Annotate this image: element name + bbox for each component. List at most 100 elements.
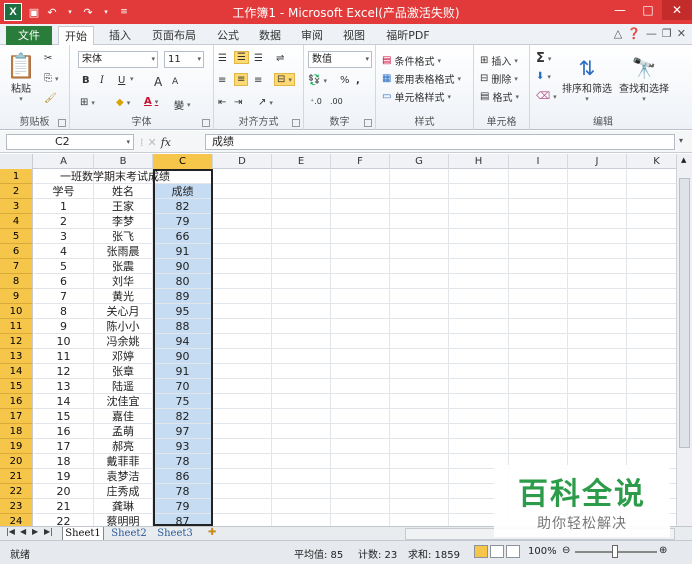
clipboard-launcher-icon[interactable]: [58, 119, 66, 127]
grid-cell[interactable]: [627, 274, 680, 289]
grid-cell[interactable]: [213, 364, 272, 379]
grid-cell[interactable]: [627, 424, 680, 439]
grid-cell[interactable]: [213, 334, 272, 349]
grid-cell[interactable]: [272, 199, 331, 214]
grid-cell[interactable]: [390, 184, 449, 199]
data-cell[interactable]: 关心月: [94, 304, 153, 319]
grid-cell[interactable]: [568, 199, 627, 214]
grid-cell[interactable]: [390, 289, 449, 304]
alignment-launcher-icon[interactable]: [292, 119, 300, 127]
tab-home[interactable]: 开始: [58, 26, 94, 46]
grid-cell[interactable]: [568, 334, 627, 349]
grid-cell[interactable]: [272, 409, 331, 424]
grid-cell[interactable]: [390, 274, 449, 289]
tab-page-layout[interactable]: 页面布局: [146, 26, 202, 45]
grid-cell[interactable]: [331, 454, 390, 469]
data-cell[interactable]: 91: [153, 364, 213, 379]
data-cell[interactable]: 张章: [94, 364, 153, 379]
data-cell[interactable]: 89: [153, 289, 213, 304]
grid-cell[interactable]: [449, 259, 509, 274]
grid-cell[interactable]: [568, 439, 627, 454]
data-cell[interactable]: 袁梦洁: [94, 469, 153, 484]
data-cell[interactable]: 沈佳宜: [94, 394, 153, 409]
grid-cell[interactable]: [331, 274, 390, 289]
zoom-out-icon[interactable]: ⊖: [562, 545, 570, 556]
grid-cell[interactable]: [390, 514, 449, 526]
grid-cell[interactable]: [213, 319, 272, 334]
data-cell[interactable]: 79: [153, 214, 213, 229]
sheet-tab-sheet3[interactable]: Sheet3: [154, 527, 196, 541]
page-break-view-button[interactable]: [506, 545, 520, 558]
row-header[interactable]: 5: [0, 229, 33, 244]
data-cell[interactable]: 82: [153, 199, 213, 214]
grid-cell[interactable]: [627, 169, 680, 184]
grid-cell[interactable]: [272, 424, 331, 439]
tab-review[interactable]: 审阅: [294, 26, 330, 45]
data-cell[interactable]: 11: [34, 349, 94, 364]
grid-cell[interactable]: [627, 439, 680, 454]
data-cell[interactable]: 86: [153, 469, 213, 484]
conditional-format-button[interactable]: ▤ 条件格式 ▾: [382, 53, 441, 68]
minimize-button[interactable]: —: [606, 0, 634, 20]
page-layout-view-button[interactable]: [490, 545, 504, 558]
grid-cell[interactable]: [272, 379, 331, 394]
merge-center-icon[interactable]: ⊟ ▾: [274, 73, 295, 86]
grid-cell[interactable]: [627, 199, 680, 214]
column-header-g[interactable]: G: [390, 154, 449, 169]
sheet-tab-sheet2[interactable]: Sheet2: [108, 527, 150, 541]
italic-button[interactable]: I: [100, 75, 104, 86]
column-header-c[interactable]: C: [153, 154, 213, 169]
grid-cell[interactable]: [627, 214, 680, 229]
data-cell[interactable]: 87: [153, 514, 213, 526]
tab-formulas[interactable]: 公式: [210, 26, 246, 45]
grid-cell[interactable]: [568, 424, 627, 439]
row-header[interactable]: 15: [0, 379, 33, 394]
grid-cell[interactable]: [568, 364, 627, 379]
row-header[interactable]: 3: [0, 199, 33, 214]
grid-cell[interactable]: [449, 169, 509, 184]
vertical-scrollbar[interactable]: ▲: [676, 154, 692, 526]
column-header-f[interactable]: F: [331, 154, 390, 169]
data-cell[interactable]: 97: [153, 424, 213, 439]
tab-file[interactable]: 文件: [6, 26, 52, 45]
delete-cells-button[interactable]: ⊟ 删除 ▾: [480, 71, 518, 86]
fill-color-icon[interactable]: ◆ ▾: [116, 97, 130, 108]
row-header[interactable]: 22: [0, 484, 33, 499]
grid-cell[interactable]: [509, 409, 568, 424]
grid-cell[interactable]: [568, 274, 627, 289]
grid-cell[interactable]: [331, 484, 390, 499]
data-cell[interactable]: 16: [34, 424, 94, 439]
data-cell[interactable]: 3: [34, 229, 94, 244]
grid-cell[interactable]: [272, 289, 331, 304]
grid-cell[interactable]: [627, 319, 680, 334]
grid-cell[interactable]: [390, 259, 449, 274]
grid-cell[interactable]: [331, 379, 390, 394]
grid-cell[interactable]: [509, 334, 568, 349]
grid-cell[interactable]: [449, 379, 509, 394]
grid-cell[interactable]: [272, 319, 331, 334]
row-header[interactable]: 14: [0, 364, 33, 379]
row-header[interactable]: 18: [0, 424, 33, 439]
grid-cell[interactable]: [213, 214, 272, 229]
format-cells-button[interactable]: ▤ 格式 ▾: [480, 89, 519, 104]
grid-cell[interactable]: [449, 304, 509, 319]
decrease-indent-icon[interactable]: ⇤: [218, 97, 226, 108]
sheet-tab-sheet1[interactable]: Sheet1: [62, 527, 104, 541]
grid-cell[interactable]: [568, 379, 627, 394]
grid-cell[interactable]: [627, 184, 680, 199]
data-cell[interactable]: 4: [34, 244, 94, 259]
grid-cell[interactable]: [213, 169, 272, 184]
format-as-table-button[interactable]: ▦ 套用表格格式 ▾: [382, 71, 461, 86]
grid-cell[interactable]: [331, 244, 390, 259]
data-cell[interactable]: 9: [34, 319, 94, 334]
data-cell[interactable]: 19: [34, 469, 94, 484]
grid-cell[interactable]: [272, 469, 331, 484]
grid-cell[interactable]: [390, 199, 449, 214]
grid-cell[interactable]: [509, 379, 568, 394]
select-all-corner[interactable]: [0, 154, 33, 169]
align-bottom-icon[interactable]: ☰: [254, 53, 263, 64]
grid-cell[interactable]: [509, 304, 568, 319]
grid-cell[interactable]: [213, 229, 272, 244]
row-header[interactable]: 17: [0, 409, 33, 424]
cancel-formula-icon[interactable]: ✕: [148, 136, 157, 149]
